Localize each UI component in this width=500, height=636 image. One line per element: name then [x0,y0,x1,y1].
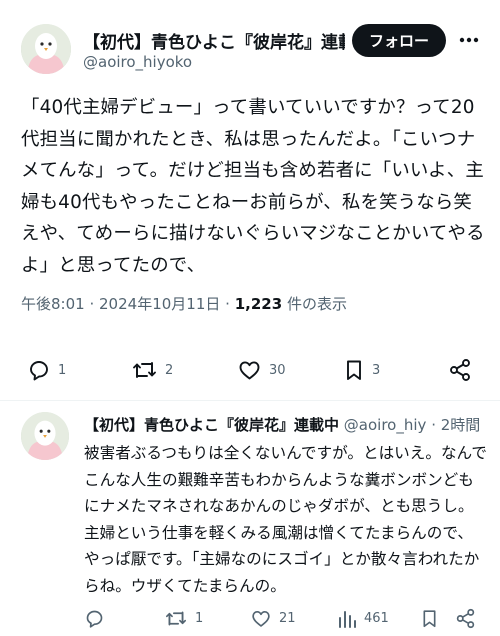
reply-author-handle[interactable]: @aoiro_hiy [344,416,427,434]
reply-retweet-count: 1 [195,611,204,626]
meta-separator: · [89,295,100,313]
bookmark-icon [347,360,361,380]
reply-separator: · [431,416,436,434]
reply-share-button[interactable] [455,608,476,629]
chick-avatar-icon [21,24,71,74]
tweet-time[interactable]: 午後8:01 [21,295,85,313]
chick-avatar-icon [21,412,69,460]
reply-count: 1 [58,362,67,378]
reply-time[interactable]: 2時間 [441,416,481,434]
tweet-date[interactable]: 2024年10月11日 [99,295,220,313]
views-count: 1,223 [234,295,283,313]
reply-views-count: 461 [364,611,389,626]
reply-author-name[interactable]: 【初代】青色ひよこ『彼岸花』連載中 [84,416,339,434]
reply-like-count: 21 [279,611,296,626]
author-name[interactable]: 【初代】青色ひよこ『彼岸花』連載中 [83,28,345,53]
like-icon [252,611,270,627]
tweet-text: 「40代主婦デビュー」って書いていいですか？って20代担当に聞かれたとき、私は思… [21,97,485,276]
share-icon [456,608,475,629]
bookmark-icon [423,610,436,628]
views-label: 件の表示 [286,295,347,313]
more-icon [459,37,479,43]
bookmark-button[interactable]: 3 [343,358,380,382]
retweet-count: 2 [165,362,174,378]
author-avatar[interactable] [21,24,71,74]
author-handle[interactable]: @aoiro_hiyoko [83,53,192,71]
retweet-button[interactable]: 2 [131,358,173,382]
reply-icon [30,361,48,381]
share-icon [450,359,470,381]
views-icon [339,611,356,628]
meta-separator: · [225,295,235,313]
reply-reply-button[interactable] [84,608,105,629]
reply-author-avatar[interactable] [21,412,69,460]
like-count: 30 [269,362,286,378]
retweet-icon [133,362,156,378]
reply-retweet-button[interactable]: 1 [164,608,203,629]
retweet-icon [165,611,187,626]
divider [0,400,500,401]
reply-bookmark-button[interactable] [420,608,439,629]
tweet-meta: 午後8:01 · 2024年10月11日 · 1,223 件の表示 [21,293,347,314]
reply-button[interactable]: 1 [27,358,66,382]
more-options-button[interactable] [458,30,480,50]
reply-header: 【初代】青色ひよこ『彼岸花』連載中 @aoiro_hiy · 2時間 [84,414,484,435]
follow-button[interactable]: フォロー [352,24,446,57]
like-button[interactable]: 30 [237,358,286,382]
reply-views-button[interactable]: 461 [337,608,389,629]
reply-like-button[interactable]: 21 [250,608,296,629]
bookmark-count: 3 [372,362,381,378]
reply-icon [86,610,103,628]
tweet-action-bar: 1 2 30 3 [0,355,500,385]
share-button[interactable] [448,358,472,382]
reply-text: 被害者ぶるつもりは全くないんですが。とはいえ。なんでこんな人生の艱難辛苦もわから… [84,444,487,595]
reply-action-bar: 1 21 461 [0,605,500,635]
like-icon [239,361,260,380]
